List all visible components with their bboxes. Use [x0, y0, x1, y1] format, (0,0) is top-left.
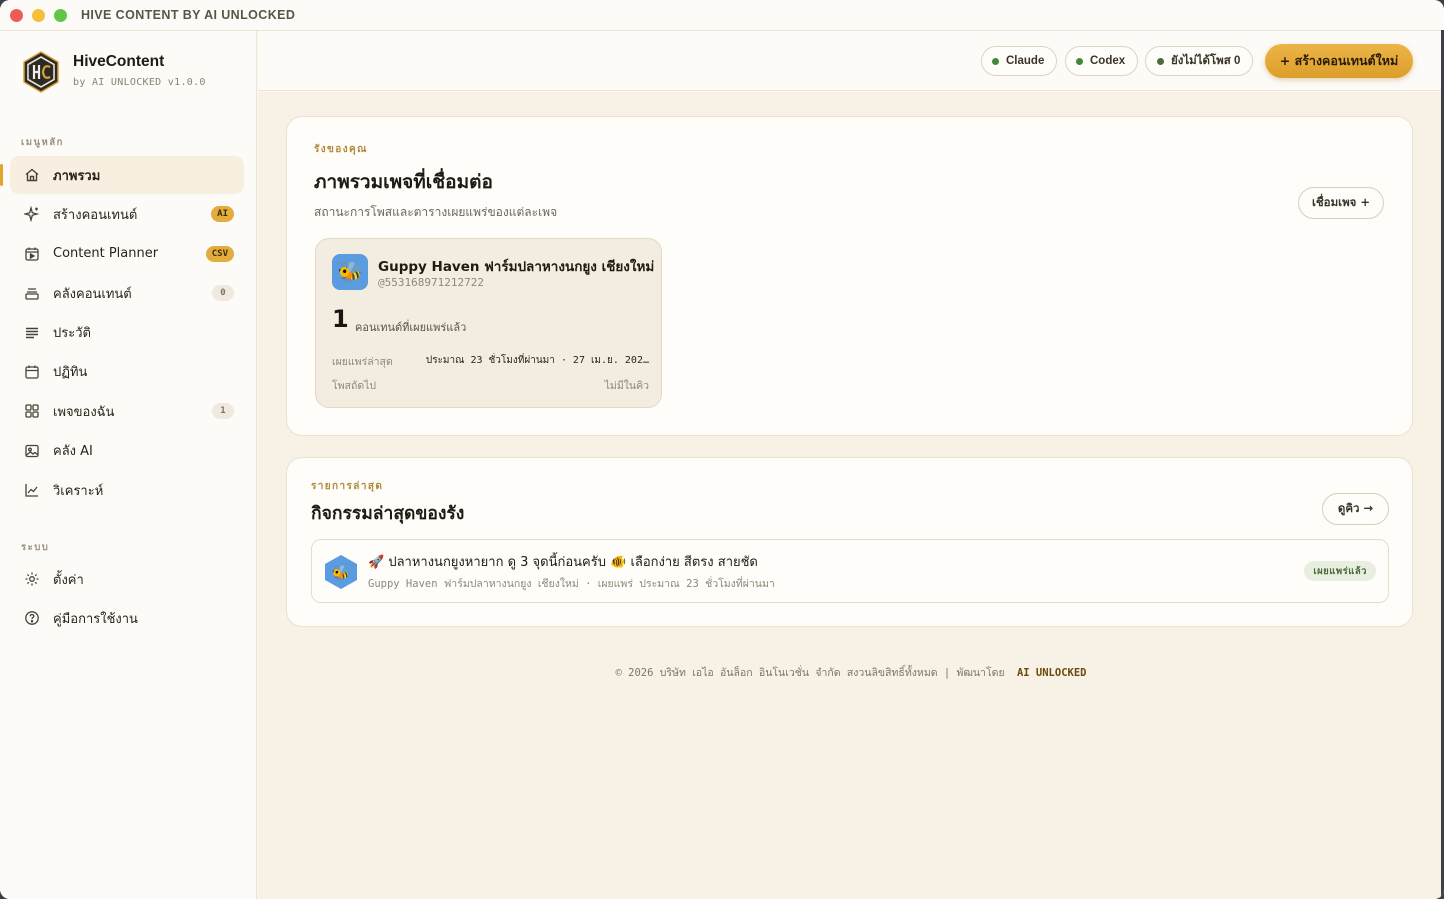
home-icon — [24, 167, 40, 183]
last-published-label: เผยแพร่ล่าสุด — [332, 356, 393, 368]
system-menu-label: ระบบ — [21, 542, 50, 553]
sidebar-item-label: คลัง AI — [53, 444, 93, 460]
pill-label: Claude — [1006, 55, 1045, 67]
minimize-window-button[interactable] — [32, 8, 45, 22]
codex-status-pill[interactable]: Codex — [1065, 46, 1139, 76]
main-nav: ภาพรวม สร้างคอนเทนต์ AI Content Planner … — [0, 156, 244, 511]
overview-title: ภาพรวมเพจที่เชื่อมต่อ — [314, 171, 493, 193]
sidebar-item-label: คลังคอนเทนต์ — [53, 286, 132, 302]
activity-item-title: 🚀 ปลาหางนกยูงหายาก ดู 3 จุดนี้ก่อนครับ 🐠… — [368, 555, 758, 570]
sidebar-item-label: คู่มือการใช้งาน — [53, 611, 138, 627]
view-queue-button[interactable]: ดูคิว → — [1322, 493, 1389, 525]
sidebar-item-label: Content Planner — [53, 246, 159, 262]
sidebar-item-content-library[interactable]: คลังคอนเทนต์ 0 — [10, 274, 244, 312]
count-badge: 0 — [212, 285, 234, 302]
activity-item[interactable]: 🐝 🚀 ปลาหางนกยูงหายาก ดู 3 จุดนี้ก่อนครับ… — [311, 539, 1389, 603]
footer: © 2026 บริษัท เอไอ อันล็อก อินโนเวชั่น จ… — [258, 664, 1444, 681]
count-badge: 1 — [212, 403, 234, 420]
last-published-row: เผยแพร่ล่าสุด ประมาณ 23 ชั่วโมงที่ผ่านมา… — [332, 353, 649, 370]
overview-card: รังของคุณ ภาพรวมเพจที่เชื่อมต่อ สถานะการ… — [286, 116, 1413, 436]
pill-label: Codex — [1090, 55, 1126, 67]
page-card[interactable]: 🐝 Guppy Haven ฟาร์มปลาหางนกยูง เชียงใหม่… — [315, 238, 662, 408]
footer-brand: AI UNLOCKED — [1016, 667, 1087, 679]
list-icon — [24, 325, 40, 341]
bee-hex-avatar-icon: 🐝 — [325, 555, 357, 589]
sparkle-icon — [24, 206, 40, 223]
window-title: HIVE CONTENT BY AI UNLOCKED — [81, 8, 296, 22]
top-bar: Claude Codex ยังไม่ได้โพส 0 + สร้างคอนเท… — [258, 31, 1444, 91]
sidebar-item-label: สร้างคอนเทนต์ — [53, 207, 138, 223]
sidebar-item-content-planner[interactable]: Content Planner CSV — [10, 235, 244, 273]
image-icon — [24, 443, 40, 459]
sidebar-item-label: วิเคราะห์ — [53, 483, 104, 499]
sidebar-item-settings[interactable]: ตั้งค่า — [10, 560, 244, 598]
sidebar-item-my-pages[interactable]: เพจของฉัน 1 — [10, 392, 244, 430]
sidebar-item-create-content[interactable]: สร้างคอนเทนต์ AI — [10, 195, 244, 233]
status-badge: เผยแพร่แล้ว — [1304, 561, 1376, 581]
connect-page-button[interactable]: เชื่อมเพจ + — [1298, 187, 1384, 219]
chart-icon — [24, 482, 40, 498]
sidebar-item-label: ภาพรวม — [53, 168, 101, 184]
gear-icon — [24, 571, 40, 587]
claude-status-pill[interactable]: Claude — [981, 46, 1058, 76]
next-post-row: โพสถัดไป ไม่มีในคิว — [332, 377, 649, 394]
help-icon — [24, 610, 40, 626]
footer-copyright: © 2026 บริษัท เอไอ อันล็อก อินโนเวชั่น จ… — [615, 667, 1005, 679]
status-dot-icon — [1157, 57, 1164, 65]
brand[interactable]: HiveContent by AI UNLOCKED v1.0.0 — [22, 51, 206, 93]
sidebar-item-calendar[interactable]: ปฏิทิน — [10, 353, 244, 391]
main-content: รังของคุณ ภาพรวมเพจที่เชื่อมต่อ สถานะการ… — [258, 92, 1444, 899]
maximize-window-button[interactable] — [54, 8, 67, 22]
status-dot-icon — [992, 57, 999, 65]
brand-version: by AI UNLOCKED v1.0.0 — [73, 77, 206, 88]
sidebar-item-ai-library[interactable]: คลัง AI — [10, 432, 244, 470]
sidebar-item-label: ปฏิทิน — [53, 365, 88, 381]
activity-item-meta: Guppy Haven ฟาร์มปลาหางนกยูง เชียงใหม่ ·… — [368, 578, 775, 590]
csv-badge: CSV — [205, 245, 234, 262]
published-count: 1 — [332, 305, 349, 333]
pill-label: ยังไม่ได้โพส 0 — [1171, 55, 1241, 67]
sidebar: HiveContent by AI UNLOCKED v1.0.0 เมนูหล… — [0, 31, 257, 899]
bee-avatar-icon: 🐝 — [332, 254, 368, 290]
close-window-button[interactable] — [10, 8, 23, 22]
window-controls — [10, 8, 67, 22]
activity-title: กิจกรรมล่าสุดของรัง — [311, 504, 465, 524]
next-post-value: ไม่มีในคิว — [604, 380, 649, 392]
sidebar-item-history[interactable]: ประวัติ — [10, 314, 244, 352]
sidebar-item-manual[interactable]: คู่มือการใช้งาน — [10, 599, 244, 637]
status-dot-icon — [1076, 57, 1083, 65]
sidebar-item-label: ตั้งค่า — [53, 572, 84, 588]
create-content-button[interactable]: + สร้างคอนเทนต์ใหม่ — [1265, 44, 1413, 78]
last-published-value: ประมาณ 23 ชั่วโมงที่ผ่านมา · 27 เม.ย. 20… — [425, 355, 649, 366]
sidebar-item-label: เพจของฉัน — [53, 404, 115, 420]
published-count-label: คอนเทนต์ที่เผยแพร่แล้ว — [355, 321, 467, 334]
calendar-icon — [24, 364, 40, 380]
svg-text:🐝: 🐝 — [332, 564, 351, 582]
title-bar: HIVE CONTENT BY AI UNLOCKED — [0, 0, 1444, 31]
page-name: Guppy Haven ฟาร์มปลาหางนกยูง เชียงใหม่ — [378, 259, 655, 275]
overview-subtitle: สถานะการโพสและตารางเผยแพร่ของแต่ละเพจ — [314, 205, 558, 219]
brand-name: HiveContent — [73, 53, 165, 70]
ai-badge: AI — [211, 206, 234, 223]
system-nav: ตั้งค่า คู่มือการใช้งาน — [10, 560, 244, 639]
activity-eyebrow: รายการล่าสุด — [311, 481, 384, 492]
calendar-play-icon — [24, 246, 40, 262]
overview-eyebrow: รังของคุณ — [314, 144, 368, 155]
grid-icon — [24, 403, 40, 419]
stack-icon — [24, 285, 40, 301]
next-post-label: โพสถัดไป — [332, 380, 377, 392]
sidebar-item-overview[interactable]: ภาพรวม — [0, 156, 244, 194]
sidebar-item-analytics[interactable]: วิเคราะห์ — [10, 471, 244, 509]
activity-card: รายการล่าสุด กิจกรรมล่าสุดของรัง ดูคิว →… — [286, 457, 1413, 627]
main-menu-label: เมนูหลัก — [21, 137, 64, 148]
unposted-pill[interactable]: ยังไม่ได้โพส 0 — [1145, 46, 1254, 76]
app-window: HIVE CONTENT BY AI UNLOCKED HiveContent … — [0, 0, 1444, 899]
hive-logo-icon — [23, 51, 59, 93]
sidebar-item-label: ประวัติ — [53, 326, 91, 342]
page-handle: @553168971212722 — [378, 276, 484, 289]
